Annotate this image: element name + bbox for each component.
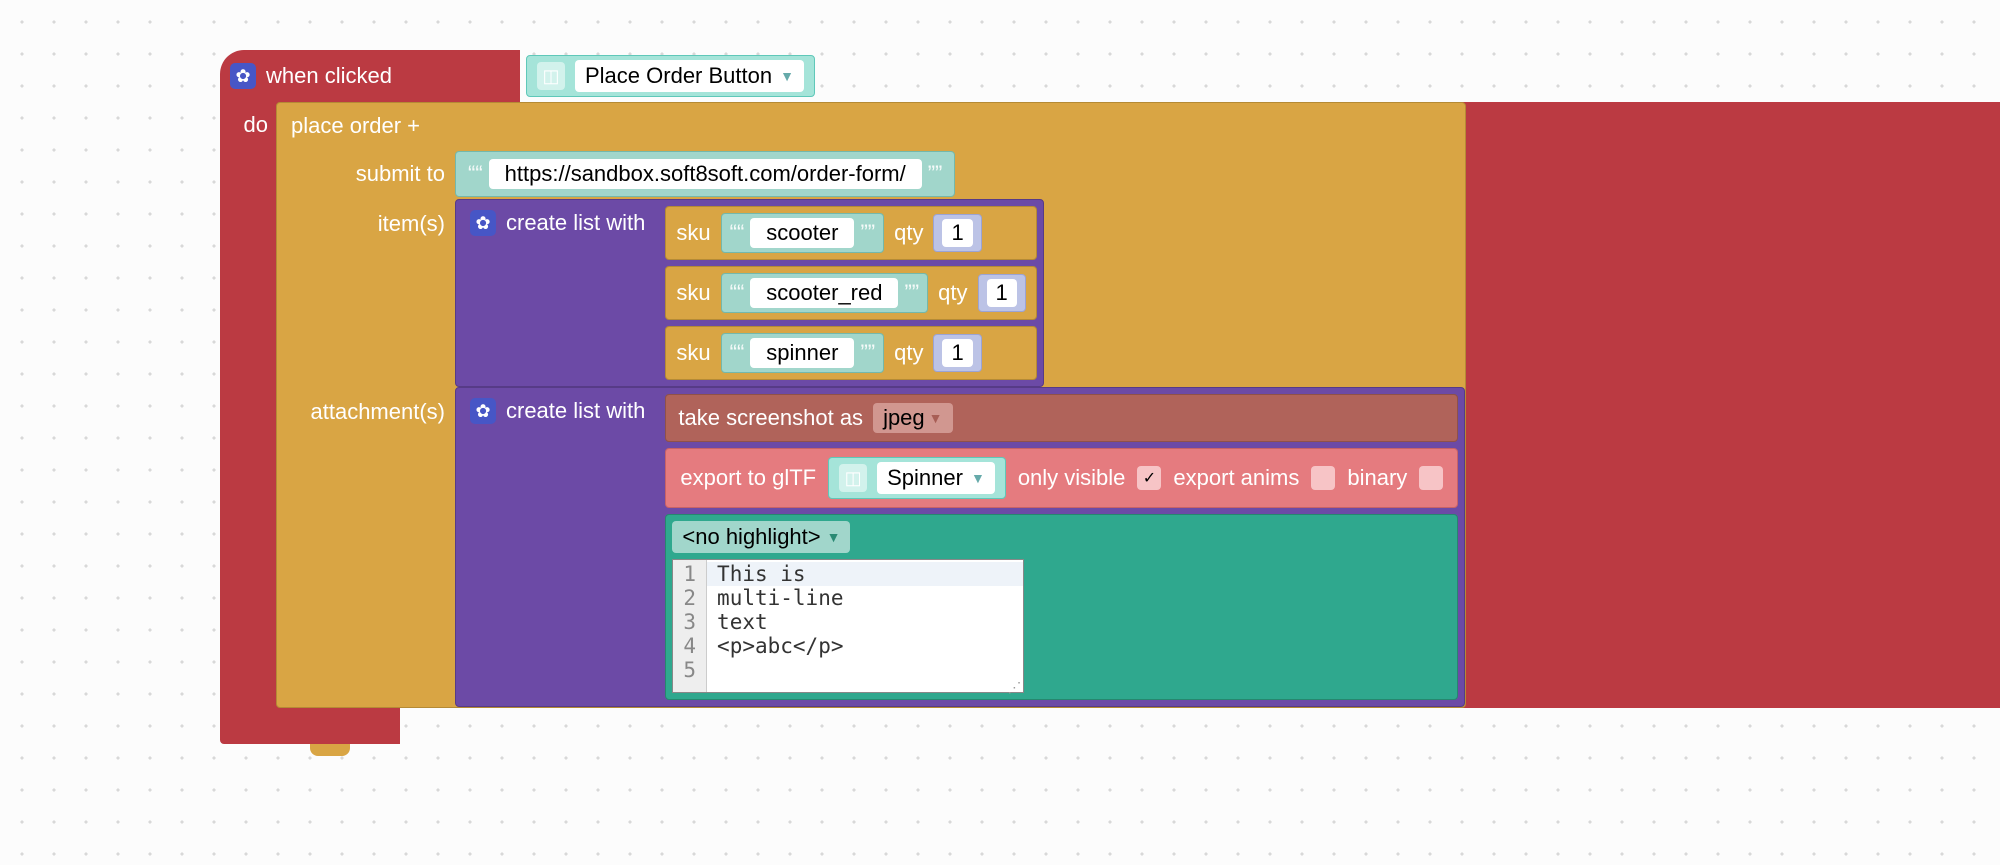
code-editor[interactable]: 12345 This is multi-line text <p>abc</p> <box>672 559 1024 693</box>
attachments-label: attachment(s) <box>277 387 455 437</box>
chevron-down-icon: ▼ <box>827 529 841 545</box>
code-line[interactable] <box>717 658 1013 682</box>
qty-field[interactable]: 1 <box>942 339 972 367</box>
export-anims-label: export anims <box>1173 465 1299 491</box>
quote-icon: ““ <box>730 340 745 366</box>
quote-icon: ”” <box>928 161 943 187</box>
gltf-label: export to glTF <box>680 465 816 491</box>
block-connector-tab <box>310 744 350 756</box>
place-order-block[interactable]: place order + submit to ““ https://sandb… <box>276 102 1466 708</box>
gltf-object-name: Spinner <box>887 465 963 491</box>
qty-label: qty <box>894 220 923 246</box>
qty-number-block[interactable]: 1 <box>933 214 981 252</box>
sku-field[interactable]: scooter <box>750 218 854 248</box>
chevron-down-icon: ▼ <box>929 410 943 426</box>
order-item-block[interactable]: sku ““ scooter ”” qty 1 <box>665 206 1036 260</box>
multiline-text-block[interactable]: <no highlight> ▼ 12345 This <box>665 514 1458 700</box>
qty-field[interactable]: 1 <box>942 219 972 247</box>
line-gutter: 12345 <box>673 560 707 692</box>
submit-to-label: submit to <box>277 149 455 199</box>
binary-label: binary <box>1347 465 1407 491</box>
object-selector[interactable]: Place Order Button ▼ <box>526 55 815 97</box>
quote-icon: ”” <box>860 220 875 246</box>
take-screenshot-block[interactable]: take screenshot as jpeg ▼ <box>665 394 1458 442</box>
sku-text-block[interactable]: ““ spinner ”” <box>721 333 884 373</box>
gear-icon[interactable] <box>230 63 256 89</box>
qty-field[interactable]: 1 <box>987 279 1017 307</box>
event-when-clicked-block[interactable]: when clicked <box>220 50 520 102</box>
resize-handle-icon[interactable]: ⋰ <box>707 684 1023 692</box>
screenshot-label: take screenshot as <box>678 405 863 431</box>
only-visible-checkbox[interactable]: ✓ <box>1137 466 1161 490</box>
code-line[interactable]: This is <box>707 562 1023 586</box>
quote-icon: ”” <box>860 340 875 366</box>
event-body: do place order + submit to ““ https://sa… <box>220 102 2000 708</box>
blockly-workspace[interactable]: when clicked Place Order Button ▼ do plac… <box>0 0 2000 756</box>
only-visible-label: only visible <box>1018 465 1126 491</box>
sku-label: sku <box>676 280 710 306</box>
url-field[interactable]: https://sandbox.soft8soft.com/order-form… <box>489 159 922 189</box>
sku-text-block[interactable]: ““ scooter_red ”” <box>721 273 929 313</box>
qty-number-block[interactable]: 1 <box>978 274 1026 312</box>
create-list-label: create list with <box>506 210 645 236</box>
create-list-items-block[interactable]: create list with sku ““ scooter ”” <box>455 199 1044 387</box>
sku-text-block[interactable]: ““ scooter ”” <box>721 213 884 253</box>
quote-icon: ““ <box>730 220 745 246</box>
screenshot-format-dropdown[interactable]: jpeg ▼ <box>873 403 952 433</box>
event-label: when clicked <box>266 63 392 89</box>
chevron-down-icon: ▼ <box>780 68 794 84</box>
quote-icon: ““ <box>730 280 745 306</box>
chevron-down-icon: ▼ <box>971 470 985 486</box>
export-anims-checkbox[interactable] <box>1311 466 1335 490</box>
cube-icon <box>537 62 565 90</box>
gltf-object-selector[interactable]: Spinner ▼ <box>828 457 1006 499</box>
code-line[interactable]: multi-line <box>717 586 1013 610</box>
highlight-dropdown[interactable]: <no highlight> ▼ <box>672 521 850 553</box>
sku-label: sku <box>676 340 710 366</box>
qty-number-block[interactable]: 1 <box>933 334 981 372</box>
binary-checkbox[interactable] <box>1419 466 1443 490</box>
order-item-block[interactable]: sku ““ scooter_red ”” qty 1 <box>665 266 1036 320</box>
quote-icon: ”” <box>904 280 919 306</box>
create-list-attachments-block[interactable]: create list with take screenshot as jpeg… <box>455 387 1465 707</box>
url-text-block[interactable]: ““ https://sandbox.soft8soft.com/order-f… <box>455 151 955 197</box>
quote-icon: ““ <box>468 161 483 187</box>
items-label: item(s) <box>277 199 455 249</box>
qty-label: qty <box>938 280 967 306</box>
gear-icon[interactable] <box>470 398 496 424</box>
place-order-title: place order + <box>277 103 1465 149</box>
order-item-block[interactable]: sku ““ spinner ”” qty 1 <box>665 326 1036 380</box>
qty-label: qty <box>894 340 923 366</box>
create-list-label: create list with <box>506 398 645 424</box>
export-gltf-block[interactable]: export to glTF Spinner ▼ only visible ✓ e… <box>665 448 1458 508</box>
gear-icon[interactable] <box>470 210 496 236</box>
sku-field[interactable]: scooter_red <box>750 278 898 308</box>
code-line[interactable]: <p>abc</p> <box>717 634 1013 658</box>
sku-field[interactable]: spinner <box>750 338 854 368</box>
sku-label: sku <box>676 220 710 246</box>
cube-icon <box>839 464 867 492</box>
object-name: Place Order Button <box>585 63 772 89</box>
code-line[interactable]: text <box>717 610 1013 634</box>
event-foot <box>220 708 400 744</box>
do-label: do <box>220 102 276 708</box>
